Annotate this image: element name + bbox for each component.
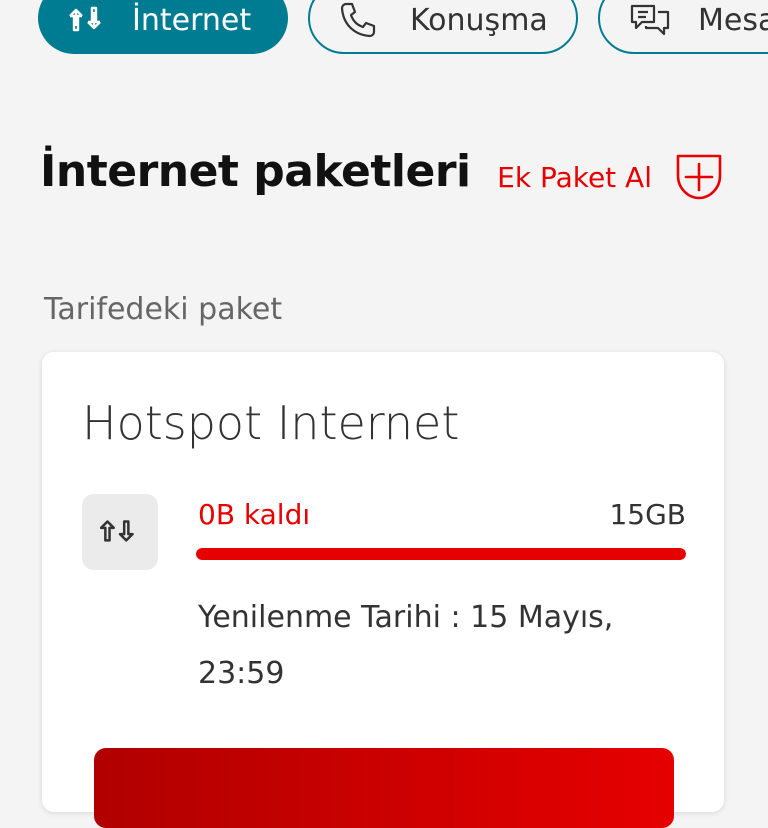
arrows-updown-icon	[69, 6, 101, 32]
plus-shield-icon	[676, 154, 722, 200]
tab-mesaj[interactable]: Mesaj	[598, 0, 768, 54]
tab-internet[interactable]: İnternet	[38, 0, 288, 54]
tab-label: Mesaj	[698, 2, 768, 38]
chat-icon	[630, 4, 670, 36]
usage-progress-bar	[196, 548, 686, 560]
package-icon-box	[82, 494, 158, 570]
package-group-label: Tarifedeki paket	[44, 292, 283, 327]
remaining-amount: 0B kaldı	[198, 498, 311, 531]
category-tabs: İnternet Konuşma Mesaj	[38, 0, 768, 58]
tab-label: Konuşma	[410, 2, 548, 38]
page-title: İnternet paketleri	[40, 146, 471, 197]
usage-progress-fill	[196, 548, 686, 560]
phone-icon	[340, 2, 376, 38]
arrows-updown-icon	[99, 520, 134, 542]
tab-konusma[interactable]: Konuşma	[308, 0, 578, 54]
add-package-label: Ek Paket Al	[497, 160, 652, 194]
add-package-button[interactable]: Ek Paket Al	[497, 152, 724, 202]
total-amount: 15GB	[609, 498, 686, 531]
package-name: Hotspot Internet	[82, 396, 460, 450]
package-card[interactable]: Hotspot Internet 0B kaldı 15GB Yenilenme…	[42, 352, 724, 828]
tab-label: İnternet	[132, 2, 252, 38]
package-action-button[interactable]	[94, 748, 674, 828]
renewal-date: Yenilenme Tarihi : 15 Mayıs, 23:59	[198, 600, 614, 691]
